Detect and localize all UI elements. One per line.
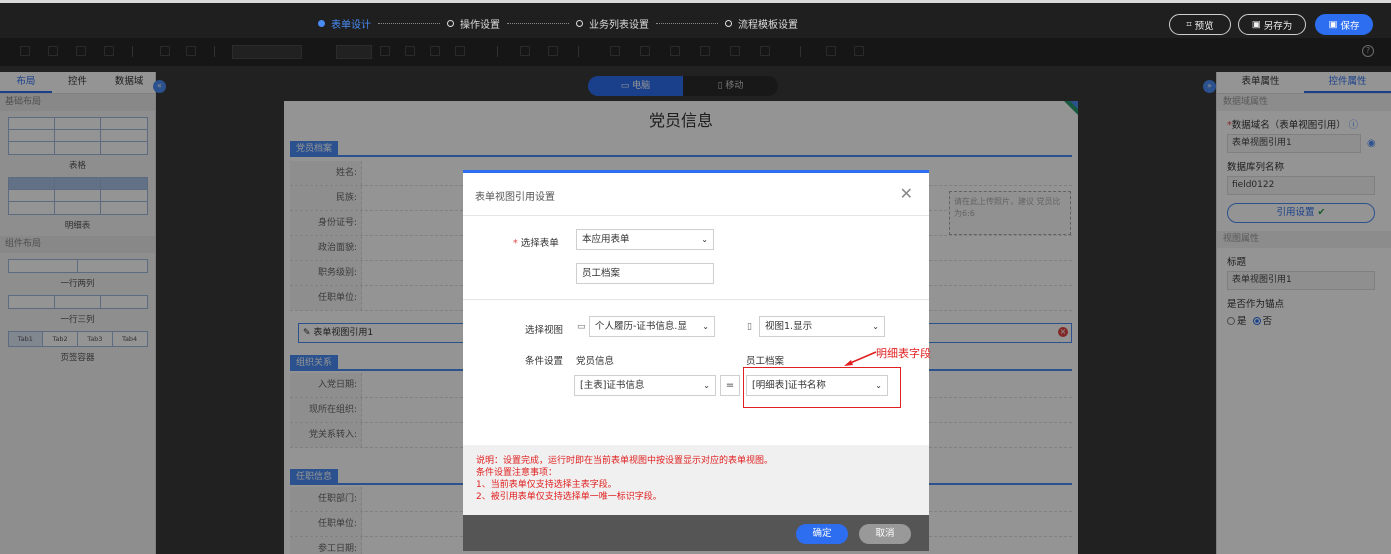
step-operation-settings[interactable]: 操作设置 (447, 16, 500, 31)
mobile-icon: ▯ (747, 322, 752, 332)
step-connector (378, 22, 440, 24)
step-progress: 表单设计 操作设置 业务列表设置 流程模板设置 (318, 13, 798, 33)
preview-icon: ⌗ (1186, 19, 1192, 30)
dialog-divider (463, 299, 929, 300)
dialog-footer: 确定 取消 (463, 515, 929, 551)
condition-left-value: [主表]证书信息 (580, 380, 645, 391)
step-business-list[interactable]: 业务列表设置 (576, 16, 649, 31)
chevron-down-icon: ⌄ (702, 322, 709, 331)
step-flow-template[interactable]: 流程模板设置 (725, 16, 798, 31)
condition-right-header: 员工档案 (746, 356, 785, 367)
dialog-divider (463, 215, 929, 216)
annotation-highlight-box (743, 367, 901, 408)
dialog-notes: 说明：设置完成，运行时即在当前表单视图中按设置显示对应的表单视图。 条件设置注意… (463, 445, 929, 515)
save-as-icon: ▣ (1251, 19, 1261, 30)
top-bar: 表单设计 操作设置 业务列表设置 流程模板设置 ⌗ 预览 ▣ 另存为 ▣ 保存 (0, 0, 1391, 38)
select-form-dropdown[interactable]: 本应用表单 ⌄ (576, 229, 714, 250)
dialog-title: 表单视图引用设置 (475, 192, 555, 203)
desktop-icon: ▭ (577, 322, 586, 332)
cancel-button[interactable]: 取消 (859, 524, 911, 544)
save-button[interactable]: ▣ 保存 (1315, 14, 1373, 35)
note-line: 2、被引用表单仅支持选择单一唯一标识字段。 (476, 492, 662, 502)
save-as-button[interactable]: ▣ 另存为 (1238, 14, 1306, 35)
ok-button[interactable]: 确定 (796, 524, 848, 544)
form-name-field[interactable]: 员工档案 (576, 263, 714, 284)
step-dot-icon (447, 19, 454, 27)
step-label: 流程模板设置 (738, 19, 798, 31)
select-form-label: * 选择表单 (513, 235, 559, 249)
step-form-design[interactable]: 表单设计 (318, 16, 371, 31)
form-name-value: 员工档案 (582, 268, 621, 279)
step-dot-icon (725, 19, 732, 27)
annotation-label: 明细表字段 (876, 347, 931, 360)
chevron-down-icon: ⌄ (701, 235, 708, 244)
condition-left-header: 党员信息 (576, 356, 615, 367)
save-label: 保存 (1340, 20, 1360, 32)
select-form-text: 选择表单 (520, 238, 559, 249)
annotation-arrow-icon (844, 351, 877, 366)
view-mobile-value: 视图1.显示 (765, 321, 813, 332)
view-desktop-value: 个人履历-证书信息.显 (595, 321, 687, 332)
step-label: 表单设计 (331, 19, 371, 31)
close-icon[interactable]: ✕ (900, 184, 913, 203)
preview-button[interactable]: ⌗ 预览 (1169, 14, 1231, 35)
select-view-label: 选择视图 (525, 325, 564, 336)
step-label: 操作设置 (460, 19, 500, 31)
view-desktop-dropdown[interactable]: 个人履历-证书信息.显 ⌄ (589, 316, 715, 337)
view-mobile-dropdown[interactable]: 视图1.显示 ⌄ (759, 316, 885, 337)
step-connector (507, 22, 569, 24)
step-dot-icon (318, 19, 325, 27)
select-form-value: 本应用表单 (582, 234, 630, 245)
note-line: 说明：设置完成，运行时即在当前表单视图中按设置显示对应的表单视图。 (476, 456, 774, 466)
preview-label: 预览 (1194, 20, 1214, 32)
chevron-down-icon: ⌄ (703, 381, 710, 390)
step-label: 业务列表设置 (589, 19, 649, 31)
condition-left-dropdown[interactable]: [主表]证书信息 ⌄ (574, 375, 716, 396)
required-mark: * (513, 238, 521, 249)
step-connector (656, 22, 718, 24)
step-dot-icon (576, 19, 583, 27)
condition-operator[interactable]: = (720, 375, 740, 396)
note-line: 1、当前表单仅支持选择主表字段。 (476, 480, 617, 490)
save-as-label: 另存为 (1263, 20, 1293, 32)
chevron-down-icon: ⌄ (872, 322, 879, 331)
condition-label: 条件设置 (525, 356, 564, 367)
note-line: 条件设置注意事项： (476, 468, 558, 478)
save-icon: ▣ (1328, 19, 1338, 30)
